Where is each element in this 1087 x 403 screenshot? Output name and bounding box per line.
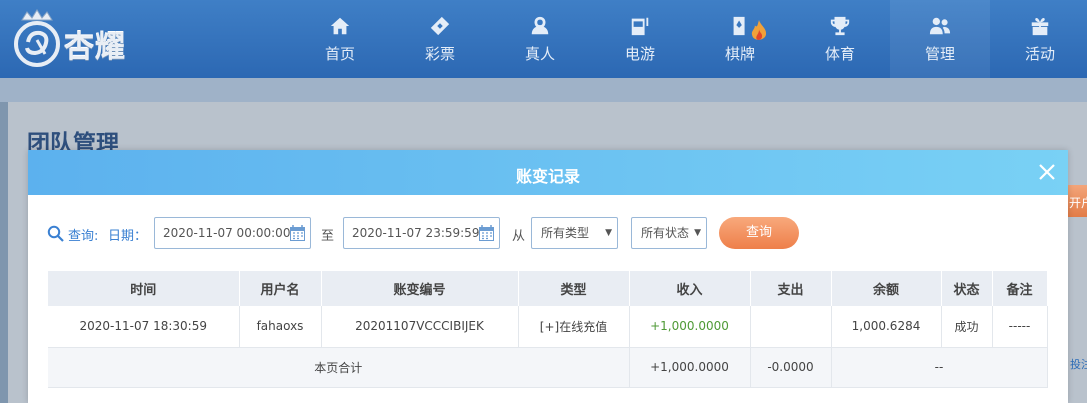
sub-nav-bar bbox=[0, 78, 1087, 102]
cell-time: 2020-11-07 18:30:59 bbox=[48, 306, 240, 348]
open-account-button[interactable]: 开户 bbox=[1068, 185, 1087, 217]
trophy-icon bbox=[830, 16, 850, 35]
to-label: 至 bbox=[321, 229, 335, 244]
nav-label: 真人 bbox=[524, 44, 555, 63]
nav-item-lottery[interactable]: 彩票 bbox=[390, 0, 490, 78]
column-header: 支出 bbox=[750, 271, 832, 306]
cell-username: fahaoxs bbox=[239, 306, 322, 348]
brand-logo[interactable]: 杏耀 bbox=[8, 8, 158, 70]
cell-status: 成功 bbox=[941, 306, 993, 348]
column-header: 时间 bbox=[48, 271, 240, 306]
summary-balance: -- bbox=[831, 347, 1048, 388]
summary-income: +1,000.0000 bbox=[629, 347, 751, 388]
nav-label: 棋牌 bbox=[724, 44, 755, 63]
table-header-row: 时间 用户名 账变编号 类型 收入 支出 余额 状态 备注 bbox=[48, 271, 1048, 306]
from-label: 从 bbox=[512, 229, 526, 244]
transactions-table: 时间 用户名 账变编号 类型 收入 支出 余额 状态 备注 2020-11-07… bbox=[48, 271, 1048, 388]
nav-item-live[interactable]: 真人 bbox=[490, 0, 590, 78]
chevron-down-icon: ▼ bbox=[694, 228, 701, 238]
nav-label: 活动 bbox=[1024, 44, 1055, 63]
cell-balance: 1,000.6284 bbox=[831, 306, 942, 348]
column-header: 状态 bbox=[941, 271, 993, 306]
fire-icon bbox=[751, 20, 767, 40]
live-dealer-icon bbox=[531, 16, 549, 34]
summary-label: 本页合计 bbox=[48, 347, 630, 388]
nav-item-manage[interactable]: 管理 bbox=[890, 0, 990, 78]
transaction-records-modal: 账变记录 查询: 日期： 2020-11-07 00:00:00 至 2020-… bbox=[28, 150, 1068, 403]
type-select-value: 所有类型 bbox=[541, 226, 590, 240]
status-select-value: 所有状态 bbox=[641, 226, 690, 240]
cell-expense bbox=[750, 306, 832, 348]
lottery-ticket-icon bbox=[430, 16, 450, 35]
cell-type: [+]在线充值 bbox=[518, 306, 630, 348]
nav-label: 管理 bbox=[924, 44, 955, 63]
cell-note: ----- bbox=[992, 306, 1048, 348]
table-row: 2020-11-07 18:30:59 fahaoxs 20201107VCCC… bbox=[48, 306, 1048, 348]
column-header: 收入 bbox=[629, 271, 751, 306]
column-header: 类型 bbox=[518, 271, 630, 306]
nav-label: 体育 bbox=[824, 44, 855, 63]
column-header: 备注 bbox=[992, 271, 1048, 306]
close-icon bbox=[1039, 164, 1055, 180]
nav-item-home[interactable]: 首页 bbox=[290, 0, 390, 78]
query-button[interactable]: 查询 bbox=[719, 217, 799, 249]
summary-expense: -0.0000 bbox=[750, 347, 832, 388]
close-button[interactable] bbox=[1037, 162, 1057, 182]
nav-item-cards[interactable]: 棋牌 bbox=[690, 0, 790, 78]
query-label: 查询: bbox=[68, 229, 99, 244]
nav-label: 电游 bbox=[624, 44, 655, 63]
filter-bar: 查询: 日期： 2020-11-07 00:00:00 至 2020-11-07… bbox=[28, 216, 1068, 250]
main-nav: 首页 彩票 真人 电游 棋牌 体育 管理 活动 bbox=[290, 0, 1087, 78]
home-icon bbox=[330, 17, 350, 34]
end-date-value: 2020-11-07 23:59:59 bbox=[352, 226, 480, 240]
calendar-icon[interactable] bbox=[479, 225, 494, 241]
type-select[interactable]: 所有类型 ▼ bbox=[531, 217, 618, 249]
start-date-value: 2020-11-07 00:00:00 bbox=[163, 226, 291, 240]
cell-transaction-id: 20201107VCCCIBIJEK bbox=[321, 306, 519, 348]
date-label: 日期： bbox=[108, 229, 148, 244]
summary-row: 本页合计 +1,000.0000 -0.0000 -- bbox=[48, 347, 1048, 388]
column-header: 用户名 bbox=[239, 271, 322, 306]
gift-icon bbox=[1031, 17, 1049, 35]
left-sidebar-edge bbox=[0, 102, 8, 403]
users-icon bbox=[929, 17, 951, 34]
calendar-icon[interactable] bbox=[290, 225, 305, 241]
crown-logo-icon bbox=[14, 9, 60, 67]
bet-link[interactable]: 投注 bbox=[1070, 356, 1087, 372]
column-header: 账变编号 bbox=[321, 271, 519, 306]
nav-item-sports[interactable]: 体育 bbox=[790, 0, 890, 78]
slot-machine-icon bbox=[631, 17, 649, 35]
top-nav-bar: 杏耀 首页 彩票 真人 电游 棋牌 体育 管理 活动 bbox=[0, 0, 1087, 78]
modal-header: 账变记录 bbox=[28, 150, 1068, 195]
nav-item-slots[interactable]: 电游 bbox=[590, 0, 690, 78]
nav-label: 首页 bbox=[324, 44, 355, 63]
nav-item-promo[interactable]: 活动 bbox=[990, 0, 1087, 78]
modal-title: 账变记录 bbox=[515, 167, 580, 186]
end-date-input[interactable]: 2020-11-07 23:59:59 bbox=[343, 217, 500, 249]
search-icon bbox=[47, 225, 64, 242]
chevron-down-icon: ▼ bbox=[605, 228, 612, 238]
column-header: 余额 bbox=[831, 271, 942, 306]
start-date-input[interactable]: 2020-11-07 00:00:00 bbox=[154, 217, 311, 249]
brand-name: 杏耀 bbox=[64, 30, 126, 65]
status-select[interactable]: 所有状态 ▼ bbox=[631, 217, 707, 249]
cell-income: +1,000.0000 bbox=[629, 306, 751, 348]
nav-label: 彩票 bbox=[424, 44, 455, 63]
